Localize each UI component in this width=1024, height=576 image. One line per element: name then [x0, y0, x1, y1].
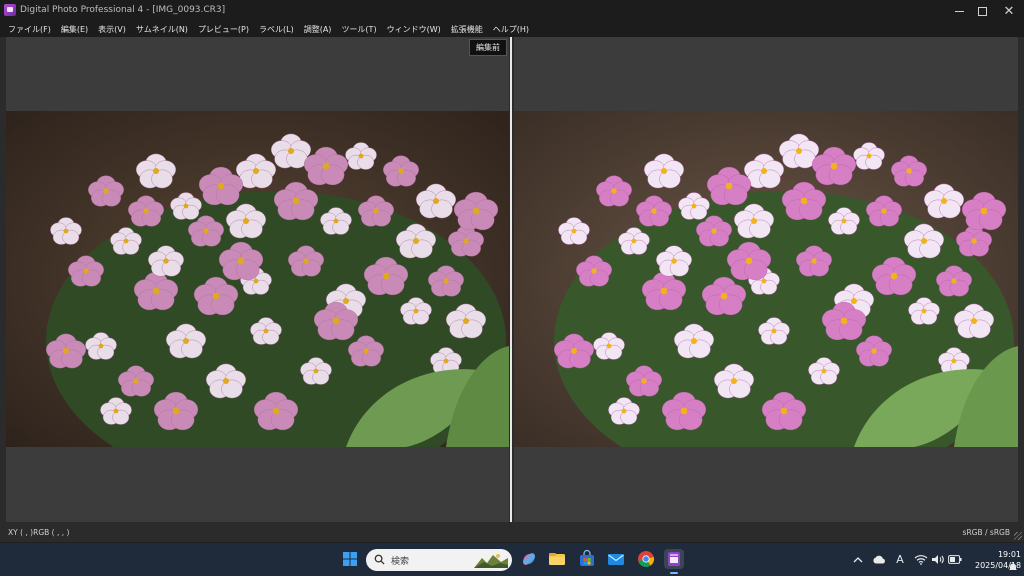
title-bar: Digital Photo Professional 4 - [IMG_0093…: [0, 0, 1024, 22]
status-bar: XY ( , )RGB ( , , ) sRGB / sRGB: [0, 522, 1024, 542]
chevron-up-icon[interactable]: [851, 543, 865, 576]
before-label: 編集前: [469, 39, 507, 56]
ime-icon[interactable]: A: [893, 543, 907, 576]
taskbar-search[interactable]: 検索: [366, 549, 512, 571]
close-button[interactable]: ✕: [994, 0, 1024, 22]
dpp-app-icon: [4, 4, 16, 16]
menu-thumbnail[interactable]: サムネイル(N): [136, 22, 188, 37]
menu-bar: ファイル(F) 編集(E) 表示(V) サムネイル(N) プレビュー(P) ラベ…: [0, 22, 1024, 37]
menu-extensions[interactable]: 拡張機能: [451, 22, 483, 37]
microsoft-store-icon[interactable]: [577, 549, 597, 569]
menu-tools[interactable]: ツール(T): [341, 22, 376, 37]
notification-icon[interactable]: [1006, 558, 1020, 576]
menu-edit[interactable]: 編集(E): [61, 22, 88, 37]
split-divider[interactable]: [510, 37, 512, 522]
menu-file[interactable]: ファイル(F): [8, 22, 51, 37]
close-icon: ✕: [1003, 3, 1015, 19]
battery-icon[interactable]: [947, 543, 963, 576]
minimize-icon: [954, 10, 964, 12]
maximize-icon: [977, 6, 987, 16]
wifi-icon[interactable]: [913, 543, 929, 576]
menu-preview[interactable]: プレビュー(P): [198, 22, 249, 37]
cloud-icon[interactable]: [871, 543, 887, 576]
before-photo: [6, 111, 509, 447]
chrome-icon[interactable]: [636, 549, 656, 569]
speaker-icon[interactable]: [930, 543, 946, 576]
file-explorer-icon[interactable]: [547, 549, 567, 569]
window-title: Digital Photo Professional 4 - [IMG_0093…: [20, 5, 226, 15]
menu-help[interactable]: ヘルプ(H): [493, 22, 529, 37]
menu-window[interactable]: ウィンドウ(W): [387, 22, 441, 37]
search-icon: [374, 554, 385, 565]
mail-icon[interactable]: [606, 549, 626, 569]
color-space: sRGB / sRGB: [962, 528, 1010, 537]
taskbar: 検索 A 19:01 2025/04/18: [0, 543, 1024, 576]
maximize-button[interactable]: [967, 0, 997, 22]
resize-grip[interactable]: [1014, 532, 1022, 540]
compare-viewer: 編集前: [0, 37, 1024, 522]
search-placeholder: 検索: [391, 557, 410, 567]
pixel-readout: XY ( , )RGB ( , , ): [8, 528, 70, 537]
before-pane[interactable]: 編集前: [6, 37, 509, 522]
search-highlight-image: [474, 554, 508, 568]
menu-adjust[interactable]: 調整(A): [304, 22, 332, 37]
menu-label[interactable]: ラベル(L): [259, 22, 294, 37]
after-photo: [514, 111, 1018, 447]
dpp-taskbar-icon[interactable]: [664, 549, 684, 574]
menu-view[interactable]: 表示(V): [98, 22, 126, 37]
flower-photo-after: [514, 111, 1018, 447]
windows-start-icon[interactable]: [340, 549, 360, 569]
flower-photo-before: [6, 111, 509, 447]
after-pane[interactable]: [514, 37, 1018, 522]
copilot-icon[interactable]: [519, 549, 539, 569]
